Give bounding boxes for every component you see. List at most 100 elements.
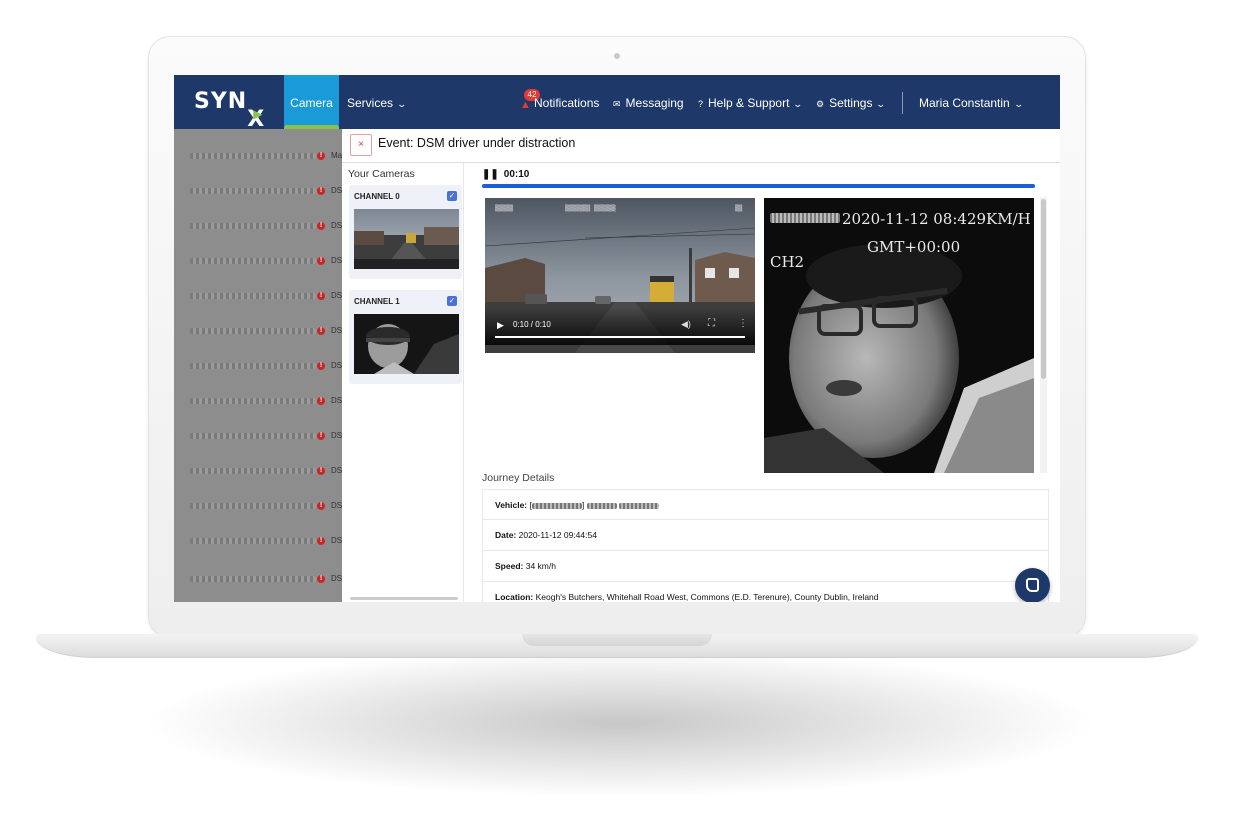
event-row-label[interactable]: DS xyxy=(331,361,342,370)
messaging-link[interactable]: ✉ Messaging xyxy=(613,75,684,129)
pause-icon[interactable]: ❚❚ xyxy=(482,169,499,180)
app-screen: SYN X ▶ Camera Services ⌄ 42 ▲ Notification… xyxy=(174,75,1060,602)
gear-icon: ⚙ xyxy=(816,99,825,109)
event-row-redacted xyxy=(190,363,316,369)
top-navbar: SYN X ▶ Camera Services ⌄ 42 ▲ Notification… xyxy=(174,75,1060,132)
event-row-label[interactable]: DS xyxy=(331,466,342,475)
alert-icon: ! xyxy=(317,362,325,370)
event-row-label[interactable]: DS xyxy=(331,501,342,510)
journey-date-row: Date: 2020-11-12 09:44:54 xyxy=(482,520,1049,551)
player-status: ❚❚ 00:10 xyxy=(482,169,530,180)
event-row-label[interactable]: DS xyxy=(331,291,342,300)
channel-0-thumbnail[interactable] xyxy=(354,209,459,269)
alert-icon: ! xyxy=(317,467,325,475)
event-row-label[interactable]: DS xyxy=(331,431,342,440)
journey-speed-row: Speed: 34 km/h xyxy=(482,551,1049,582)
event-row-label[interactable]: DS xyxy=(331,186,342,195)
alert-icon: ! xyxy=(317,292,325,300)
event-row-label[interactable]: DS xyxy=(331,574,342,583)
alert-icon: ! xyxy=(317,187,325,195)
event-title: Event: DSM driver under distraction xyxy=(378,136,576,150)
settings-menu[interactable]: ⚙ Settings ⌄ xyxy=(816,75,887,129)
cameras-title: Your Cameras xyxy=(348,168,415,180)
user-menu[interactable]: Maria Constantin ⌄ xyxy=(919,75,1024,129)
video-seek-bar[interactable] xyxy=(495,336,745,338)
play-icon[interactable]: ▶ xyxy=(497,320,504,331)
video-scrollbar[interactable] xyxy=(1040,197,1047,473)
alert-icon: ! xyxy=(317,152,325,160)
osd-timestamp: 2020-11-12 08:429KM/H xyxy=(842,210,1031,228)
camera-checkbox[interactable]: ✓ xyxy=(447,296,457,306)
close-button[interactable]: × xyxy=(350,134,372,156)
camera-card-channel-0[interactable]: CHANNEL 0 ✓ xyxy=(349,185,462,279)
event-row-redacted xyxy=(190,538,316,544)
services-menu[interactable]: Services ⌄ xyxy=(347,75,408,129)
event-row-redacted xyxy=(190,188,316,194)
help-circle-icon: ? xyxy=(698,99,704,109)
synx-logo[interactable]: SYN X ▶ xyxy=(194,89,265,132)
fullscreen-icon[interactable]: ⛶ xyxy=(708,318,715,329)
event-list-backdrop: ! Ma! DS! DS! DS! DS! DS! DS! DS! DS! DS! DS! DS! DS xyxy=(174,129,342,602)
event-row-redacted xyxy=(190,433,316,439)
event-row-redacted xyxy=(190,293,316,299)
channel-1-thumbnail[interactable] xyxy=(354,314,459,374)
volume-icon[interactable]: ◀) xyxy=(681,319,691,330)
camera-checkbox[interactable]: ✓ xyxy=(447,191,457,201)
event-row-label[interactable]: DS xyxy=(331,326,342,335)
event-row-redacted xyxy=(190,503,316,509)
event-main-panel: ❚❚ 00:10 ▒▒▒▒▒ ▒▒▒▒▒▒▒ ▒▒▒▒▒▒ ▒▒ ▶ 0:10 … xyxy=(464,163,1060,602)
redacted-plate xyxy=(770,213,840,223)
event-row-label[interactable]: DS xyxy=(331,536,342,545)
event-row-redacted xyxy=(190,223,316,229)
notifications-link[interactable]: Notifications xyxy=(534,75,599,129)
alert-icon: ! xyxy=(317,575,325,583)
chevron-down-icon: ⌄ xyxy=(792,99,804,109)
event-row-label[interactable]: DS xyxy=(331,396,342,405)
camera-card-channel-1[interactable]: CHANNEL 1 ✓ xyxy=(349,290,462,384)
alert-icon: ! xyxy=(317,502,325,510)
tab-camera[interactable]: Camera xyxy=(284,75,339,129)
alert-icon: ! xyxy=(317,397,325,405)
alert-icon: ! xyxy=(317,257,325,265)
event-row-redacted xyxy=(190,398,316,404)
video-time: 0:10 / 0:10 xyxy=(513,320,551,329)
event-row-label[interactable]: DS xyxy=(331,256,342,265)
alert-icon: ! xyxy=(317,432,325,440)
svg-text:▒▒: ▒▒ xyxy=(735,204,743,212)
help-support-menu[interactable]: ? Help & Support ⌄ xyxy=(698,75,804,129)
chevron-down-icon: ⌄ xyxy=(396,99,408,109)
bell-icon: ▲ xyxy=(520,99,531,111)
chat-icon xyxy=(1026,578,1039,592)
event-row-redacted xyxy=(190,153,316,159)
chat-launcher-button[interactable] xyxy=(1015,568,1050,602)
event-row-redacted xyxy=(190,258,316,264)
more-options-icon[interactable]: ⋮ xyxy=(738,318,748,329)
event-modal-header: × Event: DSM driver under distraction xyxy=(342,129,1060,163)
laptop-webcam xyxy=(614,53,620,59)
playback-progress-bar[interactable] xyxy=(482,184,1035,188)
event-row-label[interactable]: Ma xyxy=(331,151,342,160)
camera-label: CHANNEL 0 xyxy=(354,192,400,201)
cameras-panel: Your Cameras CHANNEL 0 ✓ CHANNEL 1 ✓ xyxy=(342,163,464,602)
journey-location-row: Location: Keogh's Butchers, Whitehall Ro… xyxy=(482,582,1049,602)
cameras-scrollbar[interactable] xyxy=(350,597,458,600)
channel-1-video[interactable]: 2020-11-12 08:429KM/H GMT+00:00 CH2 xyxy=(764,198,1034,473)
chevron-down-icon: ⌄ xyxy=(875,99,887,109)
osd-channel: CH2 xyxy=(770,253,805,271)
channel-0-video[interactable]: ▒▒▒▒▒ ▒▒▒▒▒▒▒ ▒▒▒▒▒▒ ▒▒ ▶ 0:10 / 0:10 ◀)… xyxy=(485,198,755,353)
camera-label: CHANNEL 1 xyxy=(354,297,400,306)
svg-text:▒▒▒▒▒: ▒▒▒▒▒ xyxy=(495,204,513,212)
nav-divider xyxy=(902,92,903,114)
journey-vehicle-row: Vehicle: [] xyxy=(482,489,1049,520)
event-row-redacted xyxy=(190,328,316,334)
laptop-notch xyxy=(522,634,712,646)
chevron-down-icon: ⌄ xyxy=(1013,99,1024,109)
osd-timezone: GMT+00:00 xyxy=(867,238,961,256)
alert-icon: ! xyxy=(317,537,325,545)
envelope-icon: ✉ xyxy=(613,99,621,109)
svg-text:▒▒▒▒▒▒▒ ▒▒▒▒▒▒: ▒▒▒▒▒▒▒ ▒▒▒▒▒▒ xyxy=(565,204,616,212)
event-row-label[interactable]: DS xyxy=(331,221,342,230)
vehicle-value-redacted: [] xyxy=(530,500,660,510)
video-controls: ▶ 0:10 / 0:10 ◀) ⛶ ⋮ xyxy=(485,307,755,345)
event-row-redacted xyxy=(190,468,316,474)
